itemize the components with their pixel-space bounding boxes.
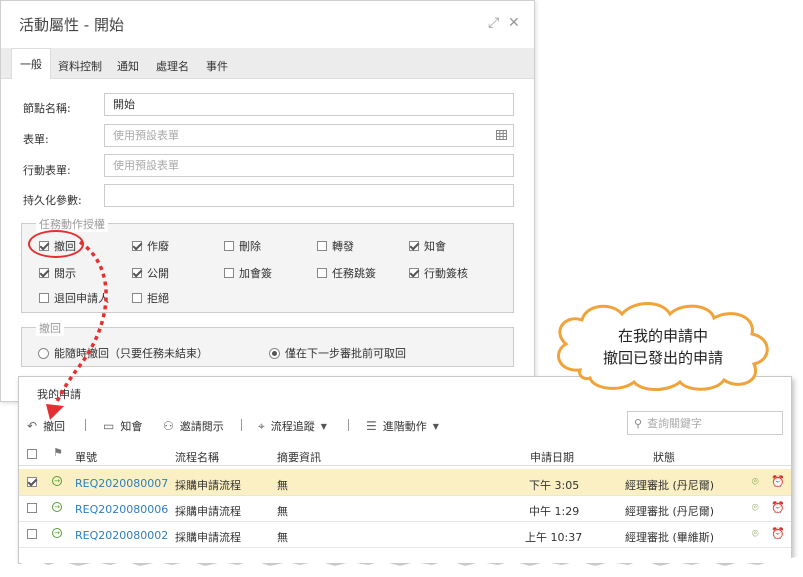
callout-line-2: 撤回已發出的申請 (602, 349, 723, 367)
annotation-arrow (46, 240, 108, 420)
callout-text: 在我的申請中 撤回已發出的申請 (556, 325, 770, 369)
callout-line-1: 在我的申請中 (617, 327, 708, 345)
